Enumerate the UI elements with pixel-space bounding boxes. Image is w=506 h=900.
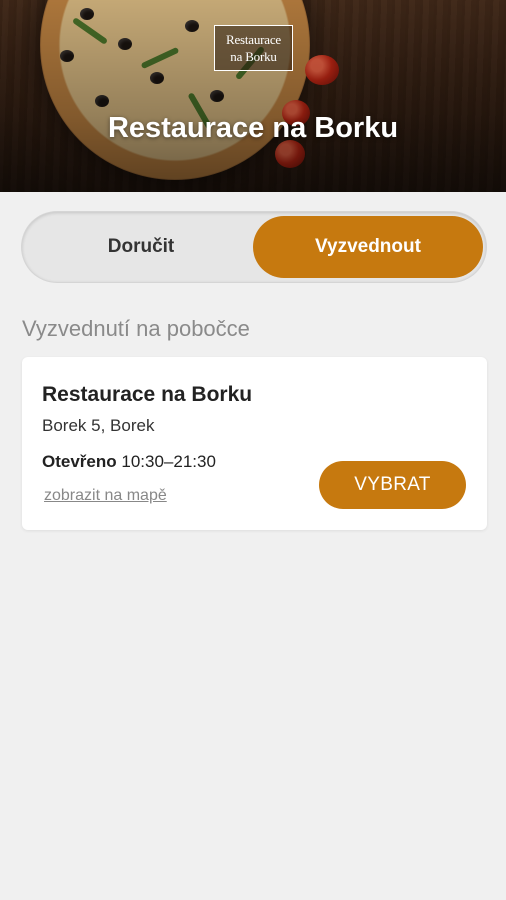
section-title: Vyzvednutí na pobočce bbox=[22, 316, 250, 341]
deliver-option[interactable]: Doručit bbox=[26, 216, 256, 278]
open-hours-value: 10:30–21:30 bbox=[121, 452, 216, 471]
branch-name: Restaurace na Borku bbox=[42, 383, 253, 406]
open-label: Otevřeno bbox=[42, 452, 117, 471]
select-branch-button[interactable]: VYBRAT bbox=[319, 461, 466, 509]
hero-banner: Restaurace na Borku Restaurace na Borku bbox=[0, 0, 506, 192]
show-on-map-link[interactable]: zobrazit na mapě bbox=[44, 487, 167, 505]
pickup-option[interactable]: Vyzvednout bbox=[253, 216, 483, 278]
page-title: Restaurace na Borku bbox=[107, 112, 399, 144]
branch-address: Borek 5, Borek bbox=[42, 416, 155, 435]
opening-hours: Otevřeno 10:30–21:30 bbox=[42, 452, 216, 472]
branch-card: Restaurace na Borku Borek 5, Borek Otevř… bbox=[22, 357, 487, 530]
delivery-mode-toggle[interactable]: Doručit Vyzvednout bbox=[22, 212, 486, 282]
restaurant-logo: Restaurace na Borku bbox=[214, 25, 293, 71]
